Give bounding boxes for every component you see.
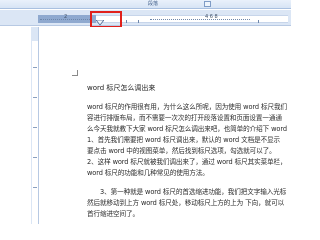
document-line: 容进行排版布局，而不需要一次次的打开段落设置和页面设置一通通 bbox=[87, 114, 282, 122]
vertical-ruler[interactable] bbox=[31, 27, 39, 224]
vertical-ruler-tick bbox=[33, 187, 37, 188]
document-line: 1、首先我们需要把 word 标尺调出来，默认的 word 文档是不显示 bbox=[87, 136, 281, 144]
ruler-number: 2 bbox=[64, 14, 68, 20]
vertical-ruler-tick bbox=[33, 97, 37, 98]
ruler-tick bbox=[138, 20, 139, 23]
left-gutter bbox=[0, 27, 31, 224]
document-line: word 标尺的作用很有用，为什么这么所呢，因为使用 word 标尺我们 bbox=[87, 103, 287, 111]
document-line: 2、这样 word 标尺就被我们调出来了，通过 word 标尺其实菜单栏， bbox=[87, 158, 287, 166]
vertical-ruler-strip bbox=[32, 41, 38, 224]
horizontal-ruler[interactable]: 2 4 6 8 bbox=[0, 10, 291, 26]
document-line: 要点击 word 中的视图菜单，然后找到标尺选项，勾选就可以了。 bbox=[87, 147, 276, 155]
document-line: 3、第一种就是 word 标尺的首选缩进功能，我们把文字输入光标 bbox=[100, 188, 287, 196]
document-line: word 标尺的功能和几种常见的使用方法。 bbox=[87, 169, 209, 177]
document-line: 首行缩进空间了。 bbox=[87, 210, 139, 218]
vertical-ruler-tick bbox=[33, 157, 37, 158]
document-line: 么今天我就教下大家 word 标尺怎么调出来吧，也简单的介绍下 word bbox=[87, 125, 287, 133]
text-boundary-corner-mark bbox=[72, 70, 78, 76]
ruler-tick bbox=[258, 20, 259, 23]
vertical-ruler-tick bbox=[33, 67, 37, 68]
mouse-cursor-icon bbox=[103, 18, 112, 34]
paragraph-dialog-launcher-icon[interactable] bbox=[204, 1, 211, 7]
ruler-number: 4 6 8 bbox=[205, 14, 218, 20]
ruler-dotted-line bbox=[150, 19, 250, 20]
ruler-tick bbox=[126, 20, 127, 23]
paragraph-group-label: 段落 bbox=[148, 1, 159, 7]
document-title: word 标尺怎么调出来 bbox=[87, 84, 156, 92]
ribbon-bar: 段落 bbox=[0, 0, 291, 9]
document-line: 然后就移动到上方 word 标尺处，移动标尺上方的上为 下向，就可以 bbox=[87, 199, 285, 207]
vertical-ruler-tick bbox=[33, 127, 37, 128]
